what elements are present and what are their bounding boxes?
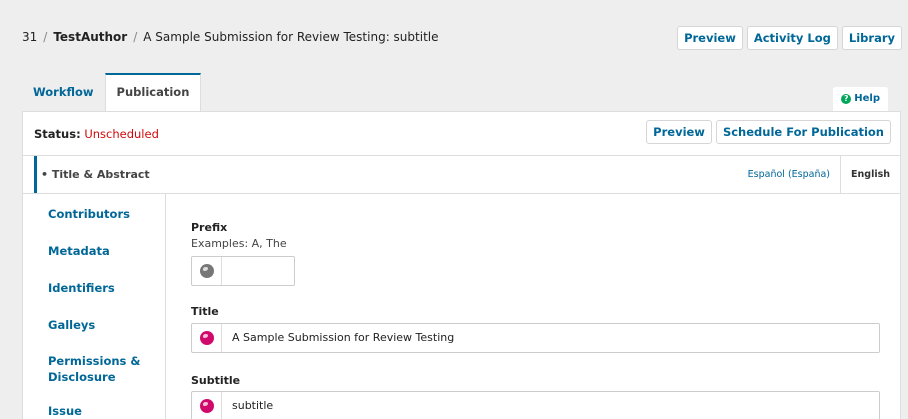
title-value: A Sample Submission for Review Testing [232, 331, 455, 344]
breadcrumb-separator: / [43, 30, 48, 44]
nav-contributors[interactable]: Contributors [48, 206, 130, 222]
section-title-abstract[interactable]: • Title & Abstract [41, 168, 150, 181]
title-input[interactable]: A Sample Submission for Review Testing [191, 323, 880, 353]
publication-status: Status: Unscheduled [34, 127, 159, 141]
activity-log-button[interactable]: Activity Log [746, 26, 838, 50]
tab-workflow[interactable]: Workflow [22, 73, 105, 111]
submission-id: 31 [22, 30, 38, 44]
lang-english[interactable]: English [840, 156, 900, 193]
question-circle-icon: ? [841, 94, 852, 104]
header-actions: Preview Activity Log Library [677, 26, 902, 50]
nav-metadata[interactable]: Metadata [48, 243, 110, 259]
submission-author: TestAuthor [53, 30, 128, 44]
subtitle-value: subtitle [232, 399, 274, 412]
prefix-language-indicator [192, 257, 222, 285]
language-switcher: Español (España) English [738, 156, 900, 193]
preview-button[interactable]: Preview [677, 26, 743, 50]
panel-body: Contributors Metadata Identifiers Galley… [23, 194, 900, 419]
status-label: Status: [34, 127, 81, 141]
title-label: Title [191, 305, 219, 318]
title-language-indicator [192, 324, 222, 352]
active-section-indicator [34, 156, 37, 193]
library-button[interactable]: Library [841, 26, 902, 50]
prefix-description: Examples: A, The [191, 237, 287, 250]
page-header: 31 / TestAuthor / A Sample Submission for Re… [0, 0, 908, 72]
publication-sidenav: Contributors Metadata Identifiers Galley… [23, 194, 166, 419]
help-label: Help [854, 93, 880, 104]
workflow-tabs: Workflow Publication [22, 73, 202, 111]
nav-identifiers[interactable]: Identifiers [48, 280, 115, 296]
publication-preview-button[interactable]: Preview [646, 120, 712, 144]
prefix-input[interactable] [191, 256, 295, 286]
globe-icon [200, 399, 214, 413]
subtitle-label: Subtitle [191, 374, 241, 387]
nav-permissions-line2: Disclosure [48, 370, 116, 384]
breadcrumb-separator: / [133, 30, 138, 44]
status-bar: Status: Unscheduled Preview Schedule For… [23, 112, 900, 156]
subtitle-input[interactable]: subtitle [191, 391, 880, 419]
help-button[interactable]: ? Help [833, 87, 888, 111]
status-value: Unscheduled [84, 127, 159, 141]
subtitle-language-indicator [192, 392, 222, 419]
section-header: • Title & Abstract Español (España) Engl… [23, 156, 900, 194]
lang-spanish[interactable]: Español (España) [738, 156, 840, 193]
globe-icon [200, 331, 214, 345]
breadcrumb: 31 / TestAuthor / A Sample Submission for Re… [22, 30, 438, 44]
schedule-for-publication-button[interactable]: Schedule For Publication [715, 120, 891, 144]
page: 31 / TestAuthor / A Sample Submission for Re… [0, 0, 908, 419]
prefix-label: Prefix [191, 221, 228, 234]
nav-galleys[interactable]: Galleys [48, 317, 95, 333]
tab-publication[interactable]: Publication [104, 73, 202, 111]
nav-permissions-line1: Permissions & [48, 354, 141, 368]
submission-title: A Sample Submission for Review Testing: … [143, 30, 439, 44]
globe-icon [200, 264, 214, 278]
nav-issue[interactable]: Issue [48, 403, 82, 419]
publication-panel: Status: Unscheduled Preview Schedule For… [22, 111, 901, 419]
status-actions: Preview Schedule For Publication [646, 120, 891, 144]
nav-permissions-disclosure[interactable]: Permissions & Disclosure [48, 353, 140, 385]
